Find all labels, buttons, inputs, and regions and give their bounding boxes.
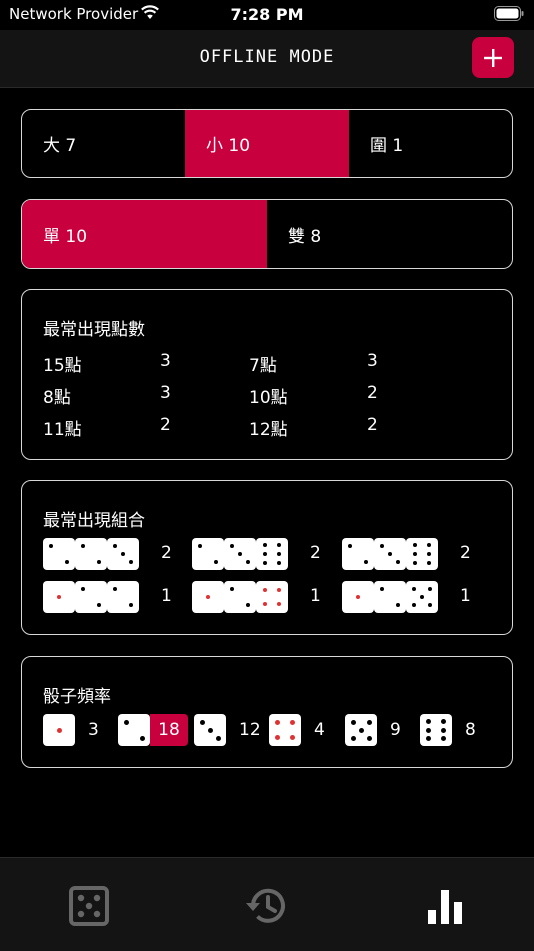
dice-icon bbox=[69, 886, 109, 926]
frequent-sums-card: 最常出現點數 15點 3 7點 3 8點 3 10點 2 11點 2 12點 2 bbox=[21, 289, 513, 460]
die-face-2 bbox=[374, 581, 406, 613]
battery-icon bbox=[494, 6, 524, 21]
die-face-2 bbox=[75, 581, 107, 613]
frequent-sums-title: 最常出現點數 bbox=[43, 320, 145, 340]
die-face-2 bbox=[118, 714, 150, 746]
segment-odd[interactable]: 單 10 bbox=[22, 200, 267, 268]
sum-count: 2 bbox=[160, 415, 171, 435]
sum-count: 2 bbox=[367, 383, 378, 403]
odd-even-card: 單 10 雙 8 bbox=[21, 199, 513, 269]
die-face-1 bbox=[342, 581, 374, 613]
die-face-3 bbox=[374, 538, 406, 570]
segment-triple-label: 圍 1 bbox=[370, 136, 404, 156]
sum-label: 12點 bbox=[249, 420, 288, 440]
segment-even[interactable]: 雙 8 bbox=[267, 200, 512, 268]
frequency-count: 8 bbox=[465, 720, 476, 740]
sum-count: 3 bbox=[160, 351, 171, 371]
add-button[interactable] bbox=[472, 37, 514, 78]
frequency-count-highlight: 18 bbox=[150, 714, 188, 746]
die-face-6 bbox=[406, 538, 438, 570]
tab-dice[interactable] bbox=[67, 884, 111, 928]
sum-label: 11點 bbox=[43, 420, 82, 440]
die-face-2 bbox=[192, 538, 224, 570]
status-bar: Network Provider 7:28 PM bbox=[0, 0, 534, 30]
die-face-3 bbox=[107, 538, 139, 570]
sum-label: 8點 bbox=[43, 388, 71, 408]
big-small-card: 大 7 小 10 圍 1 bbox=[21, 109, 513, 178]
sum-count: 3 bbox=[160, 383, 171, 403]
frequency-count: 4 bbox=[314, 720, 325, 740]
sum-label: 7點 bbox=[249, 356, 277, 376]
clock: 7:28 PM bbox=[230, 5, 304, 24]
die-face-2 bbox=[107, 581, 139, 613]
segment-odd-label: 單 10 bbox=[43, 226, 88, 247]
die-face-4 bbox=[269, 714, 301, 746]
die-face-3 bbox=[224, 538, 256, 570]
combo-count: 2 bbox=[460, 543, 471, 563]
die-face-4 bbox=[256, 581, 288, 613]
die-face-2 bbox=[43, 538, 75, 570]
bar-chart-icon bbox=[428, 890, 462, 924]
sum-count: 2 bbox=[367, 415, 378, 435]
nav-bar: OFFLINE MODE bbox=[0, 30, 534, 88]
sum-label: 10點 bbox=[249, 388, 288, 408]
frequency-count: 12 bbox=[239, 720, 261, 740]
segment-small[interactable]: 小 10 bbox=[185, 110, 349, 177]
die-face-1 bbox=[192, 581, 224, 613]
sum-count: 3 bbox=[367, 351, 378, 371]
die-face-6 bbox=[420, 714, 452, 746]
frequent-combos-title: 最常出現組合 bbox=[43, 511, 145, 531]
segment-big-label: 大 7 bbox=[43, 136, 77, 156]
segment-small-label: 小 10 bbox=[206, 136, 251, 156]
segment-even-label: 雙 8 bbox=[288, 226, 322, 247]
die-face-2 bbox=[342, 538, 374, 570]
history-icon bbox=[246, 888, 285, 923]
die-face-5 bbox=[406, 581, 438, 613]
dice-frequency-card: 骰子頻率 3 18 12 4 9 8 bbox=[21, 656, 513, 768]
combo-count: 1 bbox=[310, 586, 321, 606]
sum-label: 15點 bbox=[43, 356, 82, 376]
frequency-count: 9 bbox=[390, 720, 401, 740]
die-face-1 bbox=[43, 714, 75, 746]
plus-icon bbox=[484, 48, 502, 67]
segment-triple[interactable]: 圍 1 bbox=[349, 110, 512, 177]
combo-count: 2 bbox=[310, 543, 321, 563]
dice-frequency-title: 骰子頻率 bbox=[43, 687, 111, 707]
segment-big[interactable]: 大 7 bbox=[22, 110, 185, 177]
combo-count: 1 bbox=[161, 586, 172, 606]
die-face-3 bbox=[194, 714, 226, 746]
frequency-count: 3 bbox=[88, 720, 99, 740]
combo-count: 2 bbox=[161, 543, 172, 563]
page-title: OFFLINE MODE bbox=[199, 47, 335, 67]
combo-count: 1 bbox=[460, 586, 471, 606]
tab-history[interactable] bbox=[245, 884, 289, 928]
die-face-2 bbox=[75, 538, 107, 570]
die-face-6 bbox=[256, 538, 288, 570]
die-face-5 bbox=[345, 714, 377, 746]
die-face-2 bbox=[224, 581, 256, 613]
frequent-combos-card: 最常出現組合 2 2 2 1 1 1 bbox=[21, 480, 513, 635]
tab-stats[interactable] bbox=[423, 884, 467, 928]
die-face-1 bbox=[43, 581, 75, 613]
tab-bar bbox=[0, 857, 534, 951]
